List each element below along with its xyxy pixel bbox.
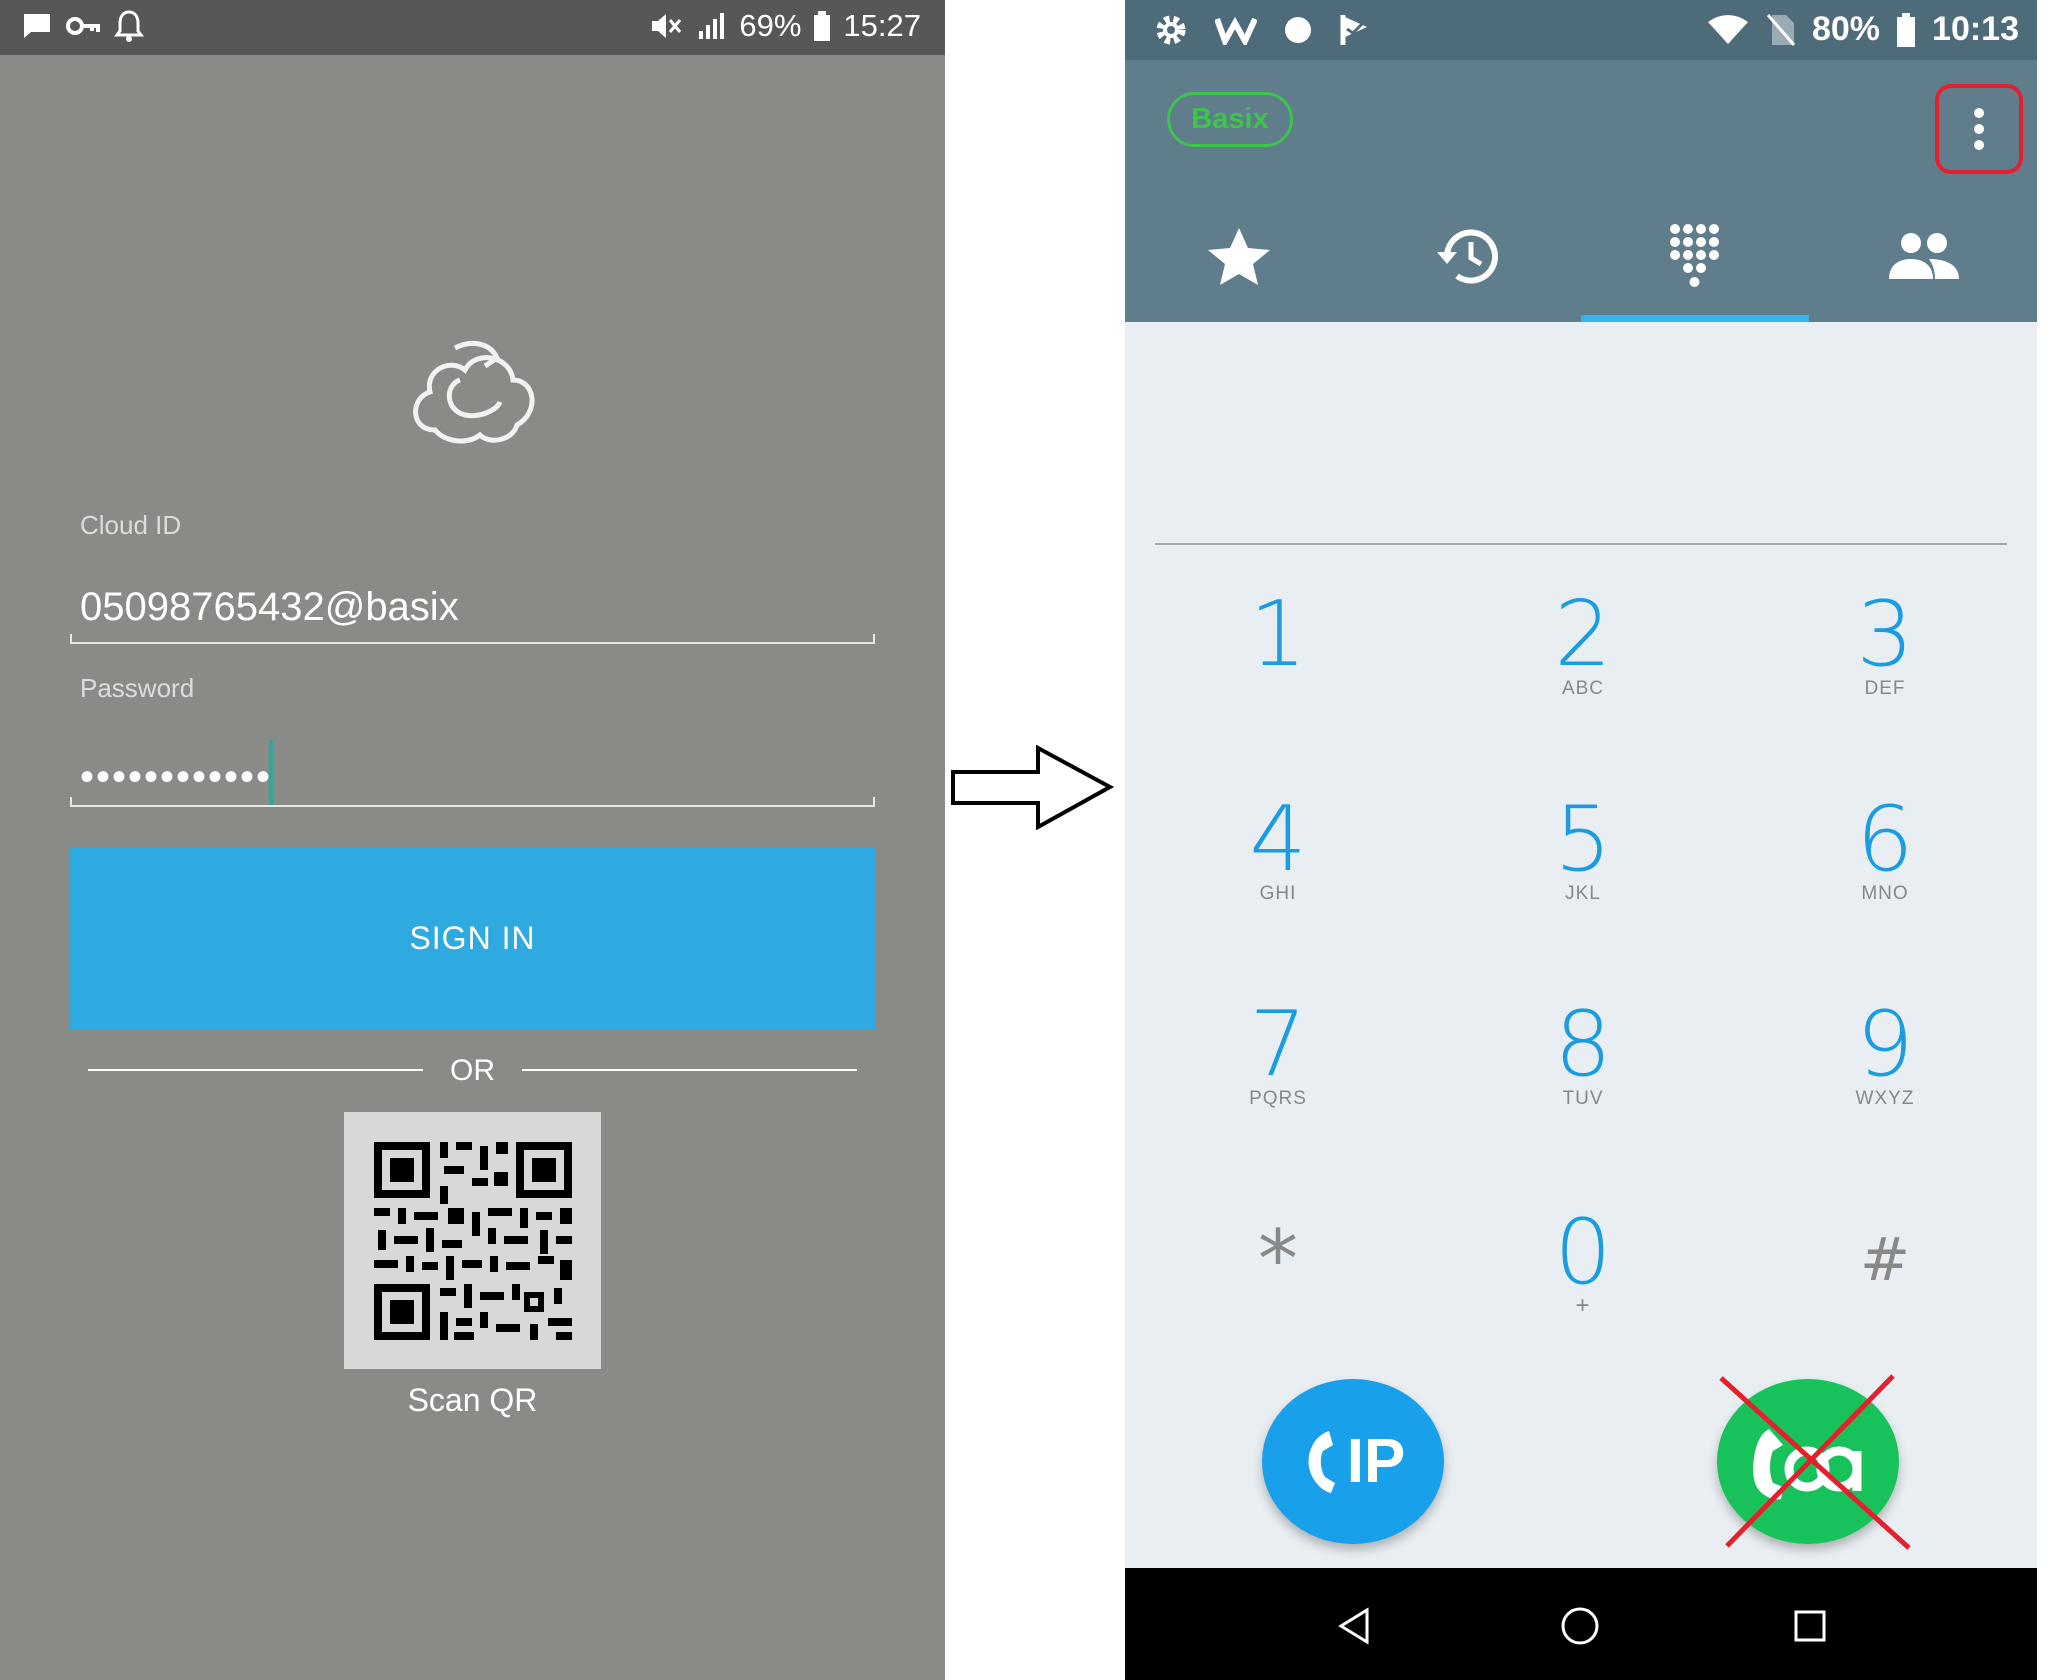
contacts-icon xyxy=(1889,233,1959,279)
key-digit: 6 xyxy=(1856,787,1914,892)
key-8[interactable]: 8 TUV xyxy=(1483,1000,1683,1150)
right-phone-screen: 80% 10:13 Basix 1 2 ABC 3 DEF 4 GHI 5 JK… xyxy=(1125,0,2037,1680)
key-digit: 9 xyxy=(1856,992,1914,1097)
key-digit: 5 xyxy=(1554,787,1612,892)
key-2[interactable]: 2 ABC xyxy=(1483,590,1683,740)
key-letters: JKL xyxy=(1565,883,1601,904)
key-star[interactable]: * xyxy=(1178,1215,1378,1365)
status-bar: 80% 10:13 xyxy=(1125,0,2037,60)
key-digit: 2 xyxy=(1554,582,1612,687)
nav-recents-button[interactable] xyxy=(1780,1596,1840,1656)
account-chip[interactable]: Basix xyxy=(1167,92,1293,147)
divider-left xyxy=(88,1069,423,1071)
w-app-icon xyxy=(1215,16,1257,45)
key-hash[interactable]: # xyxy=(1785,1215,1985,1365)
call-ip-button[interactable]: IP xyxy=(1262,1379,1444,1544)
circle-icon xyxy=(1285,17,1311,43)
key-1[interactable]: 1 xyxy=(1178,590,1378,740)
cloud-id-label: Cloud ID xyxy=(80,510,182,540)
flag-icon xyxy=(1340,15,1367,45)
cloud-id-underline xyxy=(70,634,875,644)
back-icon xyxy=(1338,1607,1369,1645)
key-digit: 0 xyxy=(1554,1200,1612,1305)
message-icon xyxy=(24,14,50,38)
wifi-icon xyxy=(1707,14,1748,44)
password-underline xyxy=(70,797,875,807)
key-0[interactable]: 0 + xyxy=(1483,1208,1683,1358)
key-digit: 8 xyxy=(1554,992,1612,1097)
selected-tab-indicator xyxy=(1581,315,1809,322)
key-letters: WXYZ xyxy=(1855,1088,1915,1109)
key-letters: PQRS xyxy=(1249,1088,1307,1109)
tab-favorites[interactable] xyxy=(1125,190,1353,322)
key-3[interactable]: 3 DEF xyxy=(1785,590,1985,740)
password-label: Password xyxy=(80,673,195,703)
cloud-id-input[interactable]: 05098765432@basix xyxy=(80,585,459,630)
nav-home-button[interactable] xyxy=(1550,1596,1610,1656)
key-letters: GHI xyxy=(1259,883,1297,904)
phone-cloud-logo xyxy=(413,340,535,444)
scan-qr-button[interactable] xyxy=(344,1112,601,1369)
signal-icon xyxy=(699,13,725,39)
key-letters: TUV xyxy=(1562,1088,1604,1109)
history-icon xyxy=(1437,229,1498,284)
clock: 10:13 xyxy=(1932,10,2019,48)
key-9[interactable]: 9 WXYZ xyxy=(1785,1000,1985,1150)
left-phone-screen: 69% 15:27 Cloud ID 05098765432@basix Pas… xyxy=(0,0,945,1680)
key-digit: # xyxy=(1859,1225,1911,1295)
overflow-menu-button[interactable] xyxy=(1935,84,2023,174)
nav-back-button[interactable] xyxy=(1325,1596,1385,1656)
battery-level: 69% xyxy=(739,8,802,43)
key-4[interactable]: 4 GHI xyxy=(1178,795,1378,945)
tab-contacts[interactable] xyxy=(1809,190,2037,322)
key-digit: 1 xyxy=(1249,582,1307,687)
dialpad-icon xyxy=(1670,224,1719,287)
gear-icon xyxy=(1156,15,1186,45)
key-digit: * xyxy=(1258,1213,1298,1306)
battery-icon xyxy=(1897,12,1916,47)
star-icon xyxy=(1208,228,1270,285)
key-7[interactable]: 7 PQRS xyxy=(1178,1000,1378,1150)
bell-icon xyxy=(114,10,144,42)
key-letters: + xyxy=(1575,1292,1591,1319)
home-icon xyxy=(1561,1607,1599,1645)
key-digit: 3 xyxy=(1856,582,1914,687)
sign-in-button[interactable]: SIGN IN xyxy=(70,847,875,1029)
qr-code-icon xyxy=(374,1142,572,1340)
password-input[interactable]: •••••••••••• xyxy=(80,755,272,800)
key-6[interactable]: 6 MNO xyxy=(1785,795,1985,945)
more-vert-icon xyxy=(1974,108,1984,150)
or-label: OR xyxy=(450,1054,495,1087)
scan-qr-label: Scan QR xyxy=(407,1382,538,1418)
key-letters: DEF xyxy=(1864,678,1906,699)
tab-dialpad[interactable] xyxy=(1581,190,1809,322)
battery-level: 80% xyxy=(1811,10,1881,48)
phone-handset-icon xyxy=(1308,1430,1335,1493)
right-arrow-icon xyxy=(951,745,1115,830)
divider-right xyxy=(522,1069,857,1071)
key-letters: MNO xyxy=(1861,883,1909,904)
recents-icon xyxy=(1794,1610,1826,1642)
no-sim-icon xyxy=(1766,13,1796,46)
text-cursor xyxy=(269,740,273,805)
dialed-number-field[interactable] xyxy=(1155,543,2007,545)
key-letters: ABC xyxy=(1561,678,1605,699)
key-icon xyxy=(66,17,100,35)
status-bar: 69% 15:27 xyxy=(0,0,945,55)
mute-icon xyxy=(652,14,682,38)
clock: 15:27 xyxy=(843,8,921,43)
key-digit: 7 xyxy=(1249,992,1307,1097)
crossed-out-mark xyxy=(1719,1374,1911,1550)
app-bar: Basix xyxy=(1125,60,2037,322)
tab-history[interactable] xyxy=(1353,190,1581,322)
key-5[interactable]: 5 JKL xyxy=(1483,795,1683,945)
navigation-bar xyxy=(1125,1568,2037,1680)
call-ip-label: IP xyxy=(1346,1427,1406,1496)
key-digit: 4 xyxy=(1249,787,1307,892)
battery-icon xyxy=(814,11,831,41)
